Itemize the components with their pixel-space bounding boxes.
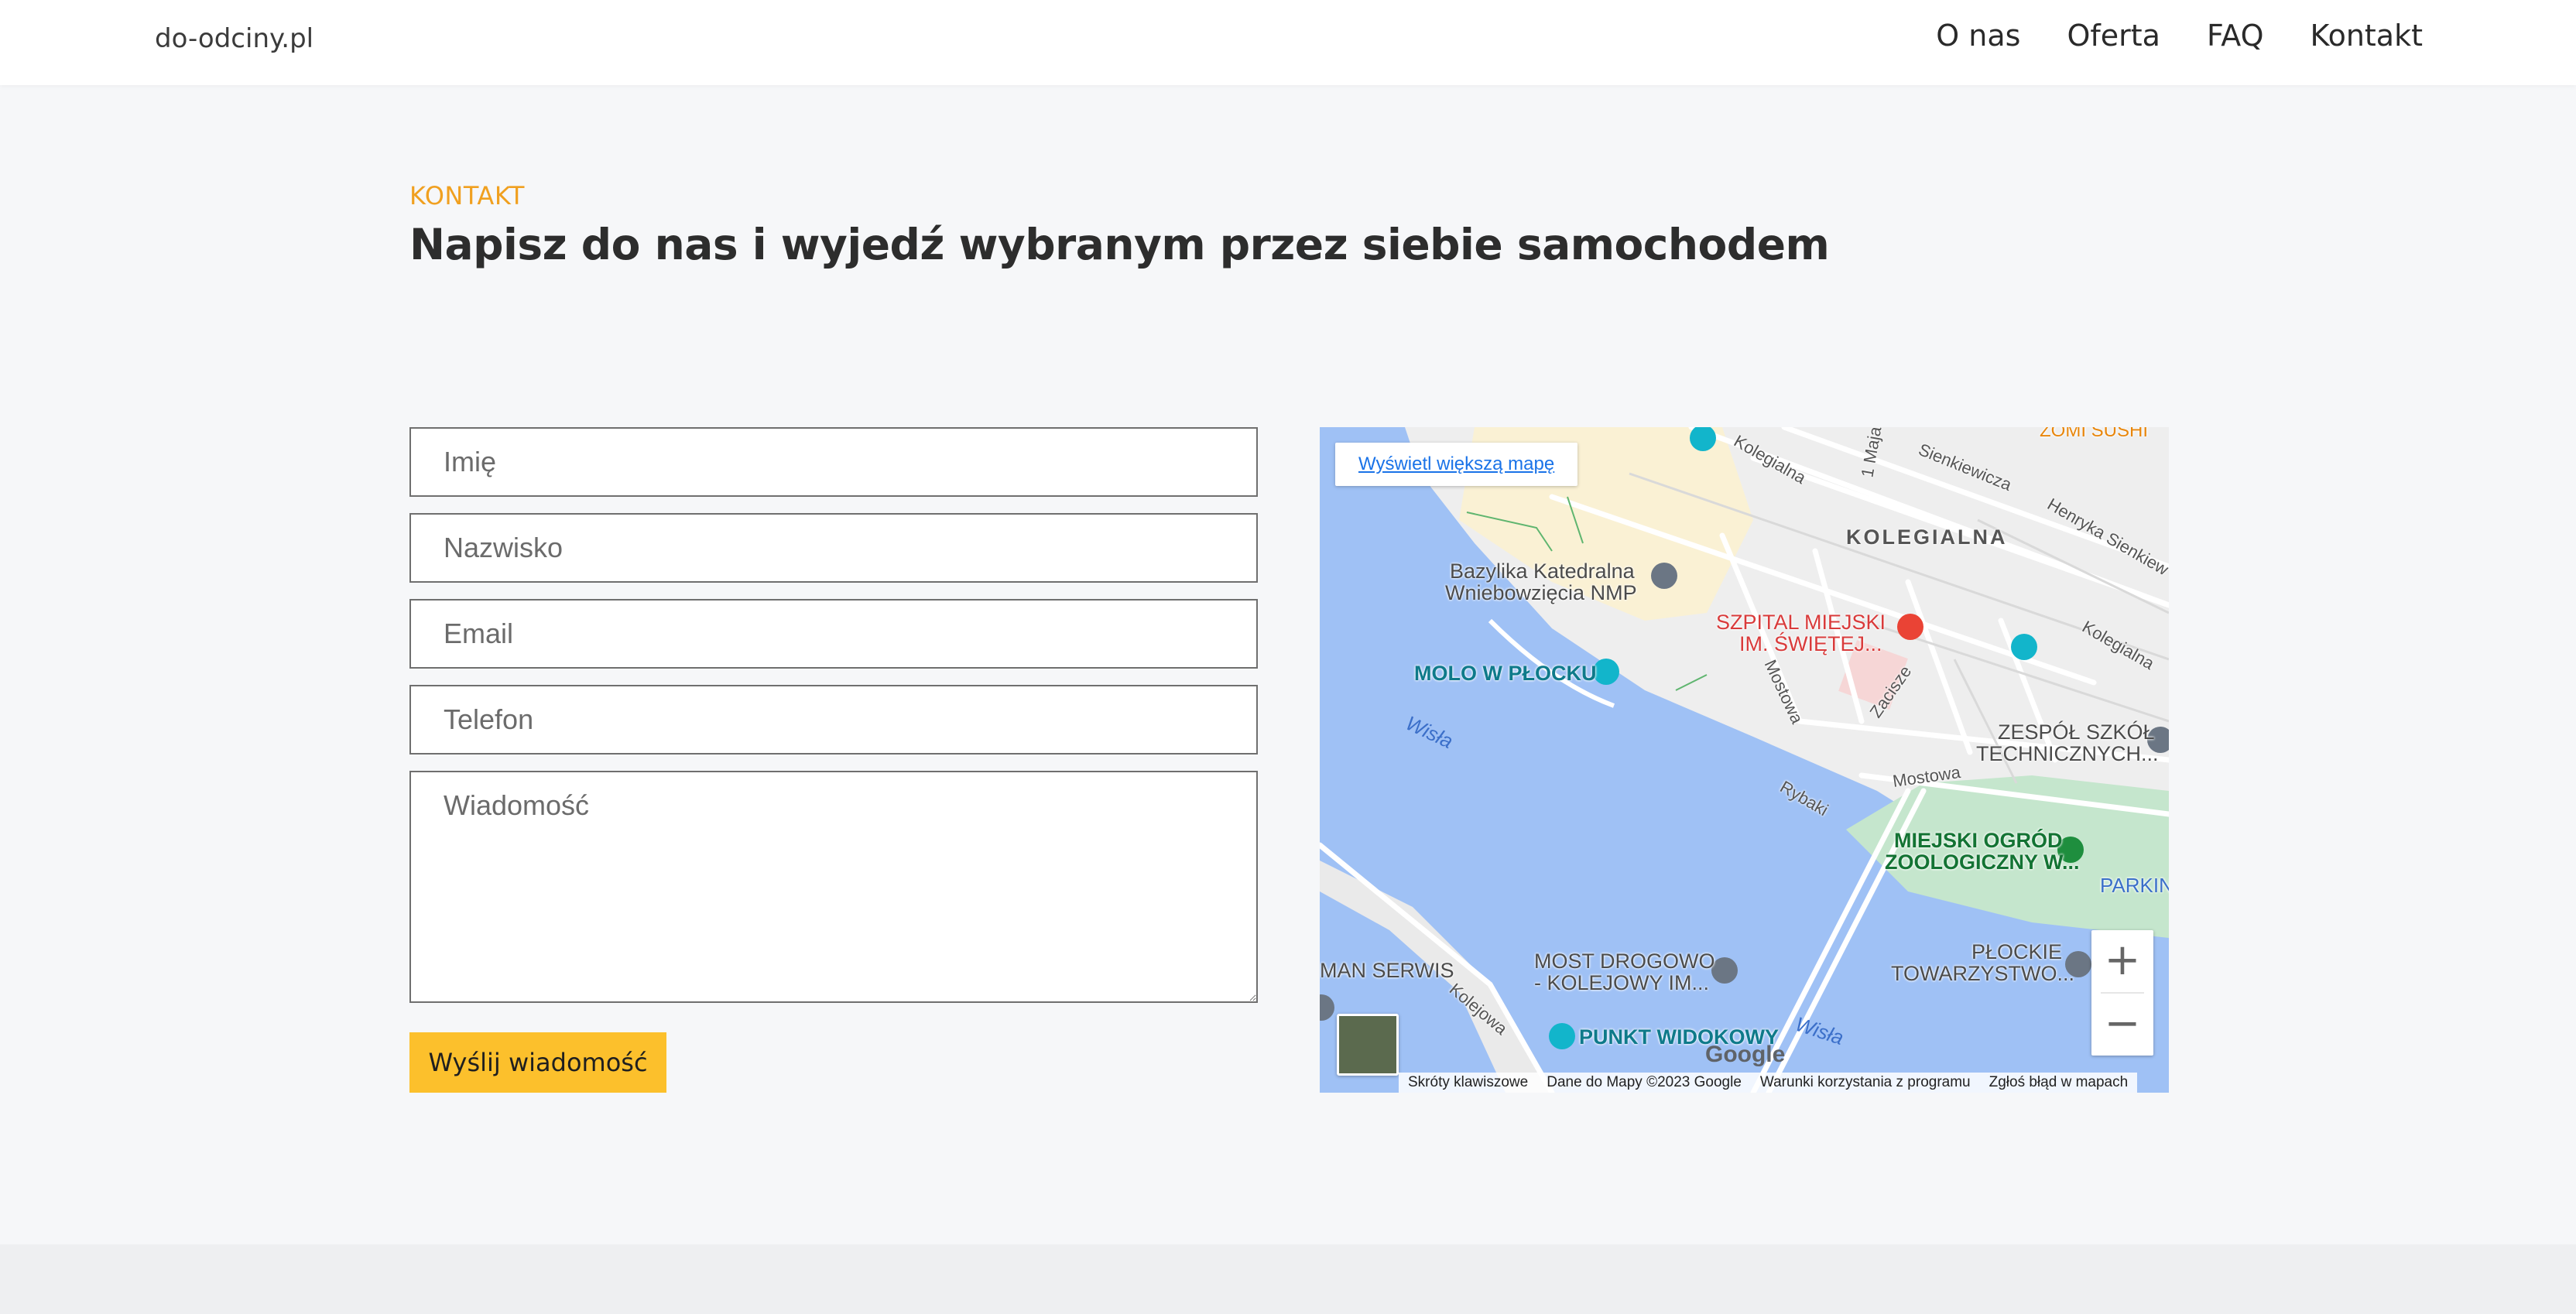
zoom-in-button[interactable]: + <box>2091 930 2153 992</box>
view-larger-map-link[interactable]: Wyświetl większą mapę <box>1335 443 1578 486</box>
map-label-bridge-1: MOST DROGOWO <box>1534 950 1715 973</box>
zoom-out-button[interactable]: − <box>2091 994 2153 1056</box>
map-layers-toggle[interactable] <box>1337 1014 1399 1076</box>
map-label-basilica-1: Bazylika Katedralna <box>1450 559 1635 583</box>
map-label-parking: PARKIN <box>2100 874 2169 897</box>
report-error-link[interactable]: Zgłoś błąd w mapach <box>1979 1073 2138 1093</box>
main-nav: O nas Oferta FAQ Kontakt <box>1936 19 2423 53</box>
keyboard-shortcuts-link[interactable]: Skróty klawiszowe <box>1399 1073 1538 1093</box>
nav-link-kontakt[interactable]: Kontakt <box>2311 19 2423 53</box>
last-name-field[interactable] <box>409 513 1258 583</box>
map-label-towarzystwo-2: TOWARZYSTWO... <box>1891 962 2074 985</box>
google-map[interactable]: Wyświetl większą mapę ZOMI SUSHI KOLEGIA… <box>1320 427 2169 1093</box>
site-header: do-odciny.pl O nas Oferta FAQ Kontakt <box>0 0 2576 85</box>
map-footer: Skróty klawiszowe Dane do Mapy ©2023 Goo… <box>1399 1073 2138 1093</box>
nav-link-o-nas[interactable]: O nas <box>1936 19 2020 53</box>
map-label-serwis: MAN SERWIS <box>1320 959 1454 982</box>
terms-link[interactable]: Warunki korzystania z programu <box>1750 1073 1980 1093</box>
map-label-hospital-1: SZPITAL MIEJSKI <box>1716 611 1886 634</box>
section-eyebrow: KONTAKT <box>409 181 525 210</box>
map-label-school-2: TECHNICZNYCH... <box>1976 742 2159 765</box>
first-name-field[interactable] <box>409 427 1258 497</box>
message-field[interactable] <box>409 771 1258 1003</box>
map-label-towarzystwo-1: PŁOCKIE <box>1971 940 2063 963</box>
map-label-zoo-2: ZOOLOGICZNY W... <box>1885 850 2080 874</box>
phone-field[interactable] <box>409 685 1258 755</box>
map-label-hospital-2: IM. ŚWIĘTEJ... <box>1739 632 1882 655</box>
map-label-sushi: ZOMI SUSHI <box>2040 427 2149 441</box>
nav-link-oferta[interactable]: Oferta <box>2067 19 2160 53</box>
map-label-bridge-2: - KOLEJOWY IM... <box>1534 971 1710 994</box>
map-data-attribution: Dane do Mapy ©2023 Google <box>1537 1073 1751 1093</box>
map-label-school-1: ZESPÓŁ SZKÓŁ <box>1998 720 2155 744</box>
nav-link-faq[interactable]: FAQ <box>2207 19 2264 53</box>
email-field[interactable] <box>409 599 1258 669</box>
map-zoom-controls: + − <box>2091 930 2153 1056</box>
map-label-molo: MOLO W PŁOCKU <box>1414 662 1597 685</box>
page-footer <box>0 1244 2576 1314</box>
map-label-zoo-1: MIEJSKI OGRÓD <box>1894 829 2063 852</box>
contact-form: Wyślij wiadomość <box>409 427 1258 1093</box>
send-message-button[interactable]: Wyślij wiadomość <box>409 1032 666 1093</box>
google-logo: Google <box>1705 1042 1786 1067</box>
map-label-basilica-2: Wniebowzięcia NMP <box>1445 581 1637 604</box>
brand-logo-link[interactable]: do-odciny.pl <box>155 23 313 54</box>
section-title: Napisz do nas i wyjedź wybranym przez si… <box>409 220 1830 269</box>
map-label-kolegialna: KOLEGIALNA <box>1846 525 2008 549</box>
